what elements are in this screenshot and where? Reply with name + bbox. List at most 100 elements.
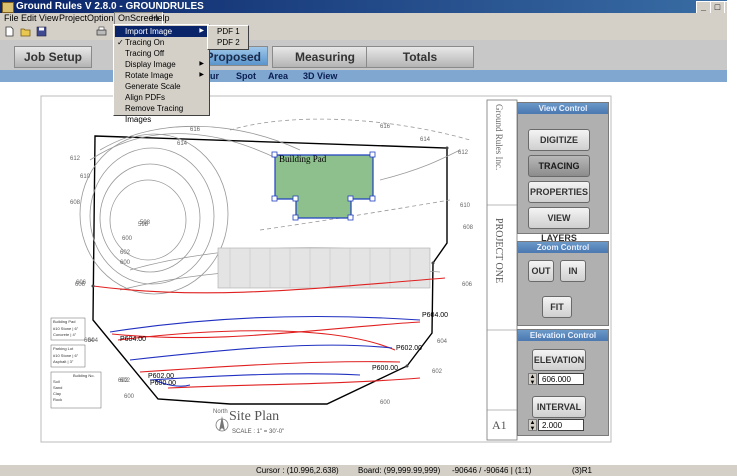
menu-item-label: Align PDFs [125, 93, 166, 102]
menu-item-rotate-image[interactable]: Rotate Image ▶ [115, 70, 207, 81]
subtab-spot[interactable]: Spot [236, 70, 256, 82]
subtab-3d-view[interactable]: 3D View [303, 70, 337, 82]
elevation-spinner[interactable]: ▲ ▼ [528, 373, 537, 386]
contour-label: P602.00 [148, 373, 175, 380]
menu-item-generate-scale[interactable]: Generate Scale [115, 81, 207, 92]
contour-label: P604.00 [120, 336, 147, 343]
table-row: Rock [53, 397, 63, 402]
control-panel: View Control DIGITIZE TRACING PROPERTIES… [517, 96, 609, 464]
elevation-mark: 608 [463, 225, 474, 231]
subtab-area[interactable]: Area [268, 70, 288, 82]
table-row: Clay [53, 391, 62, 396]
zoom-in-button[interactable]: IN [560, 260, 586, 282]
elevation-field[interactable]: 606.000 [538, 373, 584, 385]
interval-spinner[interactable]: ▲ ▼ [528, 419, 537, 432]
elevation-mark: 606 [75, 282, 86, 288]
elevation-mark: 606 [462, 282, 473, 288]
import-image-submenu: PDF 1 PDF 2 [207, 25, 249, 50]
menu-item-remove-tracing-images[interactable]: Remove Tracing Images [115, 103, 207, 124]
menu-help[interactable]: Help [148, 13, 173, 24]
elevation-mark: 612 [458, 150, 469, 156]
view-control-header: View Control [518, 103, 608, 114]
app-icon [2, 2, 14, 13]
north-label: North [213, 409, 228, 415]
menu-item-align-pdfs[interactable]: Align PDFs [115, 92, 207, 103]
onscreen-menu: Import Image ▶ ✓ Tracing On Tracing Off Di… [113, 24, 210, 124]
menu-item-label: Tracing On [125, 38, 165, 47]
table-row: #10 Stone | 6" [53, 326, 79, 331]
table-row: Asphalt | 3" [53, 359, 74, 364]
elevation-mark: 610 [80, 174, 91, 180]
elevation-button[interactable]: ELEVATION [532, 349, 586, 371]
contour-label: P602.00 [396, 345, 423, 352]
drawing-canvas[interactable]: Building Pad P604.00 P604.00 P602.00 P60… [0, 82, 737, 464]
contour-label: P604.00 [422, 312, 449, 319]
contour-label: P600.00 [150, 380, 177, 387]
elevation-mark: 608 [70, 200, 81, 206]
zoom-control-group: Zoom Control OUT IN FIT [517, 241, 609, 326]
checkmark-icon: ✓ [117, 38, 124, 47]
submenu-item-pdf2[interactable]: PDF 2 [209, 37, 247, 48]
cursor-readout: Cursor : (10.996,2.638) [256, 466, 339, 475]
menu-item-tracing-on[interactable]: ✓ Tracing On [115, 37, 207, 48]
elevation-control-header: Elevation Control [518, 330, 608, 341]
menu-item-display-image[interactable]: Display Image ▶ [115, 59, 207, 70]
page-readout: (3)R1 [572, 466, 593, 475]
status-bar: Cursor : (10.996,2.638) Board: (99,999.9… [0, 464, 737, 476]
print-icon[interactable] [96, 26, 107, 37]
view-control-group: View Control DIGITIZE TRACING PROPERTIES… [517, 102, 609, 243]
company-name: Ground Rules Inc. [494, 104, 504, 171]
elevation-mark: 600 [120, 260, 131, 266]
zoom-out-button[interactable]: OUT [528, 260, 554, 282]
elevation-mark: 598 [138, 222, 149, 228]
menu-item-tracing-off[interactable]: Tracing Off [115, 48, 207, 59]
elevation-mark: 614 [177, 141, 188, 147]
elevation-mark: 600 [124, 394, 135, 400]
submenu-item-pdf1[interactable]: PDF 1 [209, 26, 247, 37]
board-readout: Board: (99,999.99,999) [358, 466, 441, 475]
elevation-mark: 602 [118, 378, 129, 384]
save-icon[interactable] [36, 26, 47, 37]
elevation-mark: 604 [437, 339, 448, 345]
interval-field[interactable]: 2.000 [538, 419, 584, 431]
open-folder-icon[interactable] [20, 26, 31, 37]
extra-readout: -90646 / -90646 | (1:1) [452, 466, 532, 475]
elevation-control-group: Elevation Control ELEVATION ▲ ▼ 606.000 I… [517, 329, 609, 436]
main-tab-strip: Job Setup Proposed Measuring Totals [0, 40, 737, 70]
elevation-mark: 600 [380, 400, 391, 406]
contour-label: P600.00 [372, 365, 399, 372]
tab-totals[interactable]: Totals [366, 46, 474, 68]
submenu-arrow-icon: ▶ [199, 28, 204, 34]
menu-item-label: Display Image [125, 60, 176, 69]
submenu-arrow-icon: ▶ [199, 72, 204, 78]
building-pad-label: Building Pad [279, 154, 327, 164]
properties-button[interactable]: PROPERTIES [528, 181, 590, 203]
table-row: #10 Stone | 6" [53, 353, 79, 358]
menu-item-import-image[interactable]: Import Image ▶ [115, 26, 207, 37]
zoom-fit-button[interactable]: FIT [542, 296, 572, 318]
menu-item-label: Tracing Off [125, 49, 165, 58]
vertical-scrollbar[interactable] [727, 0, 737, 464]
table-title: Building Pad [53, 319, 76, 324]
elevation-mark: 602 [432, 369, 443, 375]
zoom-control-header: Zoom Control [518, 242, 608, 253]
menu-item-label: Rotate Image [125, 71, 174, 80]
table-title: Parking Lot [53, 346, 74, 351]
tab-job-setup[interactable]: Job Setup [14, 46, 92, 68]
elevation-mark: 616 [190, 127, 201, 133]
menu-bar: File Edit View Project Options OnScreen … [0, 12, 737, 25]
menu-item-label: Import Image [125, 27, 173, 36]
table-row: Concrete | 4" [53, 332, 77, 337]
view-layers-button[interactable]: VIEW LAYERS [528, 207, 590, 243]
table-title: Building No. [73, 373, 95, 378]
interval-button[interactable]: INTERVAL [532, 396, 586, 418]
elevation-mark: 600 [122, 236, 133, 242]
tracing-button[interactable]: TRACING [528, 155, 590, 177]
tab-measuring[interactable]: Measuring [272, 46, 378, 68]
new-file-icon[interactable] [4, 26, 15, 37]
table-row: Soil [53, 379, 60, 384]
digitize-button[interactable]: DIGITIZE [528, 129, 590, 151]
toolbar [0, 24, 737, 41]
site-plan-title: Site Plan [229, 409, 280, 424]
sheet-number: A1 [492, 418, 507, 432]
